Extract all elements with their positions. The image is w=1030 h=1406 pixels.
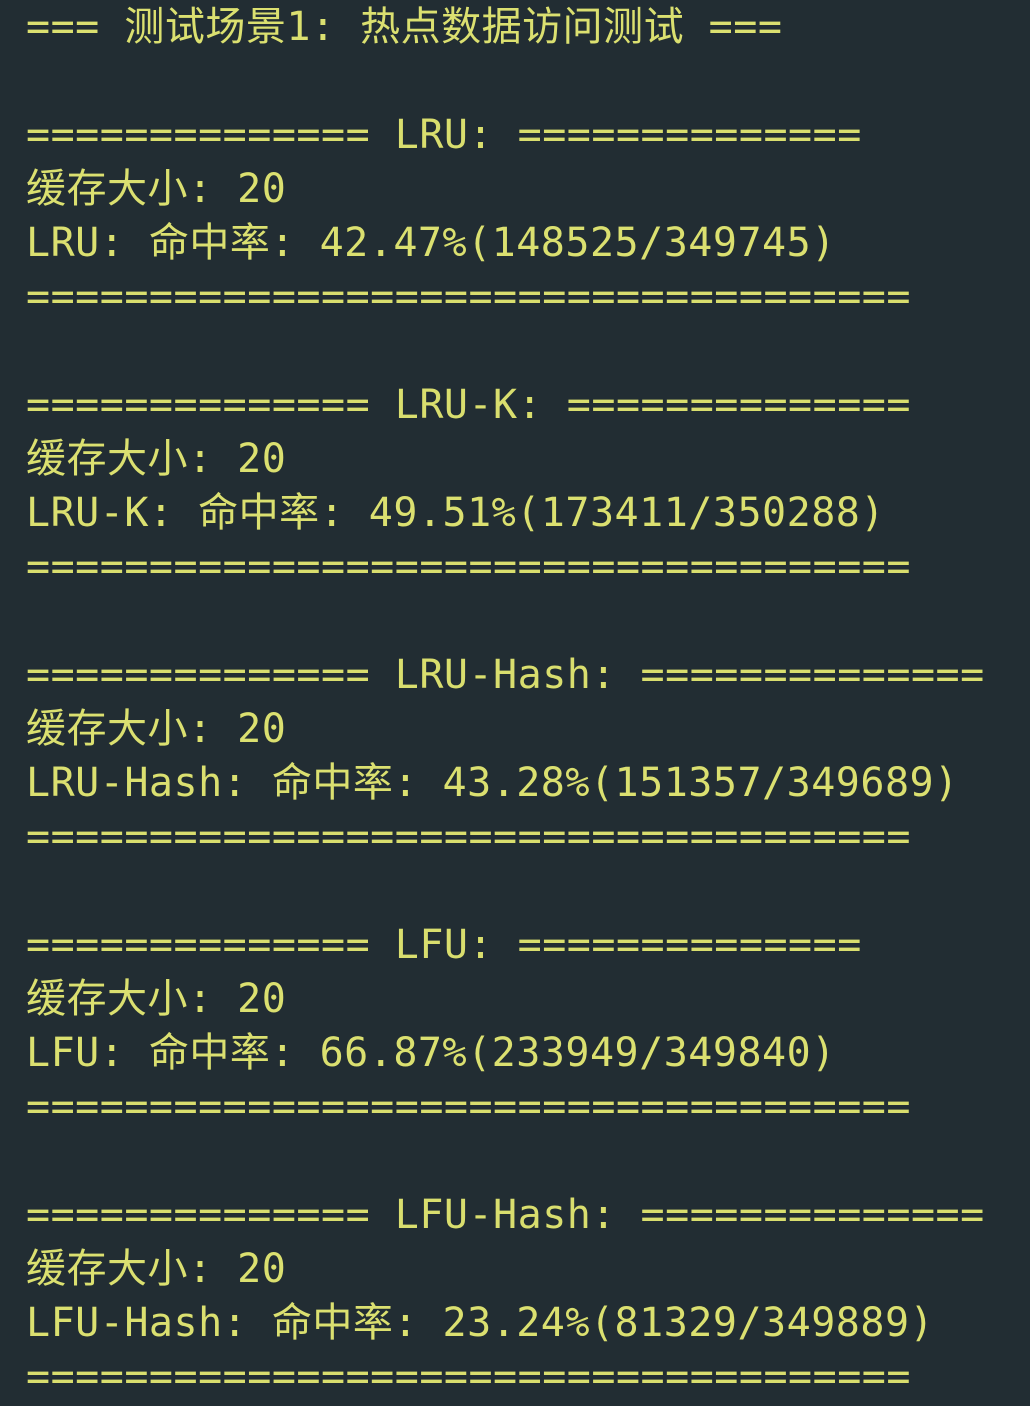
result-block-lfu-hash: ============== LFU-Hash: ============== … [26,1188,1030,1404]
block-header: ============== LRU: ============== [26,112,862,158]
test-scenario-title: === 测试场景1: 热点数据访问测试 === [26,4,783,50]
cache-size-line: 缓存大小: 20 [26,436,287,482]
cache-size-line: 缓存大小: 20 [26,166,287,212]
block-footer: ==================================== [26,274,911,320]
cache-size-line: 缓存大小: 20 [26,1246,287,1292]
hit-rate-line: LRU-Hash: 命中率: 43.28%(151357/349689) [26,760,959,806]
cache-size-line: 缓存大小: 20 [26,976,287,1022]
hit-rate-line: LRU-K: 命中率: 49.51%(173411/350288) [26,490,885,536]
result-block-lfu: ============== LFU: ============== 缓存大小:… [26,918,1030,1134]
result-block-lru-hash: ============== LRU-Hash: ============== … [26,648,1030,864]
cache-size-line: 缓存大小: 20 [26,706,287,752]
hit-rate-line: LFU: 命中率: 66.87%(233949/349840) [26,1030,836,1076]
result-block-lru: ============== LRU: ============== 缓存大小:… [26,108,1030,324]
block-footer: ==================================== [26,1084,911,1130]
block-footer: ==================================== [26,544,911,590]
block-header: ============== LFU-Hash: ============== [26,1192,985,1238]
result-block-lru-k: ============== LRU-K: ============== 缓存大… [26,378,1030,594]
hit-rate-line: LFU-Hash: 命中率: 23.24%(81329/349889) [26,1300,935,1346]
hit-rate-line: LRU: 命中率: 42.47%(148525/349745) [26,220,836,266]
block-header: ============== LRU-Hash: ============== [26,652,985,698]
block-footer: ==================================== [26,814,911,860]
block-footer: ==================================== [26,1354,911,1400]
block-header: ============== LFU: ============== [26,922,862,968]
block-header: ============== LRU-K: ============== [26,382,911,428]
terminal-output: === 测试场景1: 热点数据访问测试 === ============== L… [0,0,1030,1406]
